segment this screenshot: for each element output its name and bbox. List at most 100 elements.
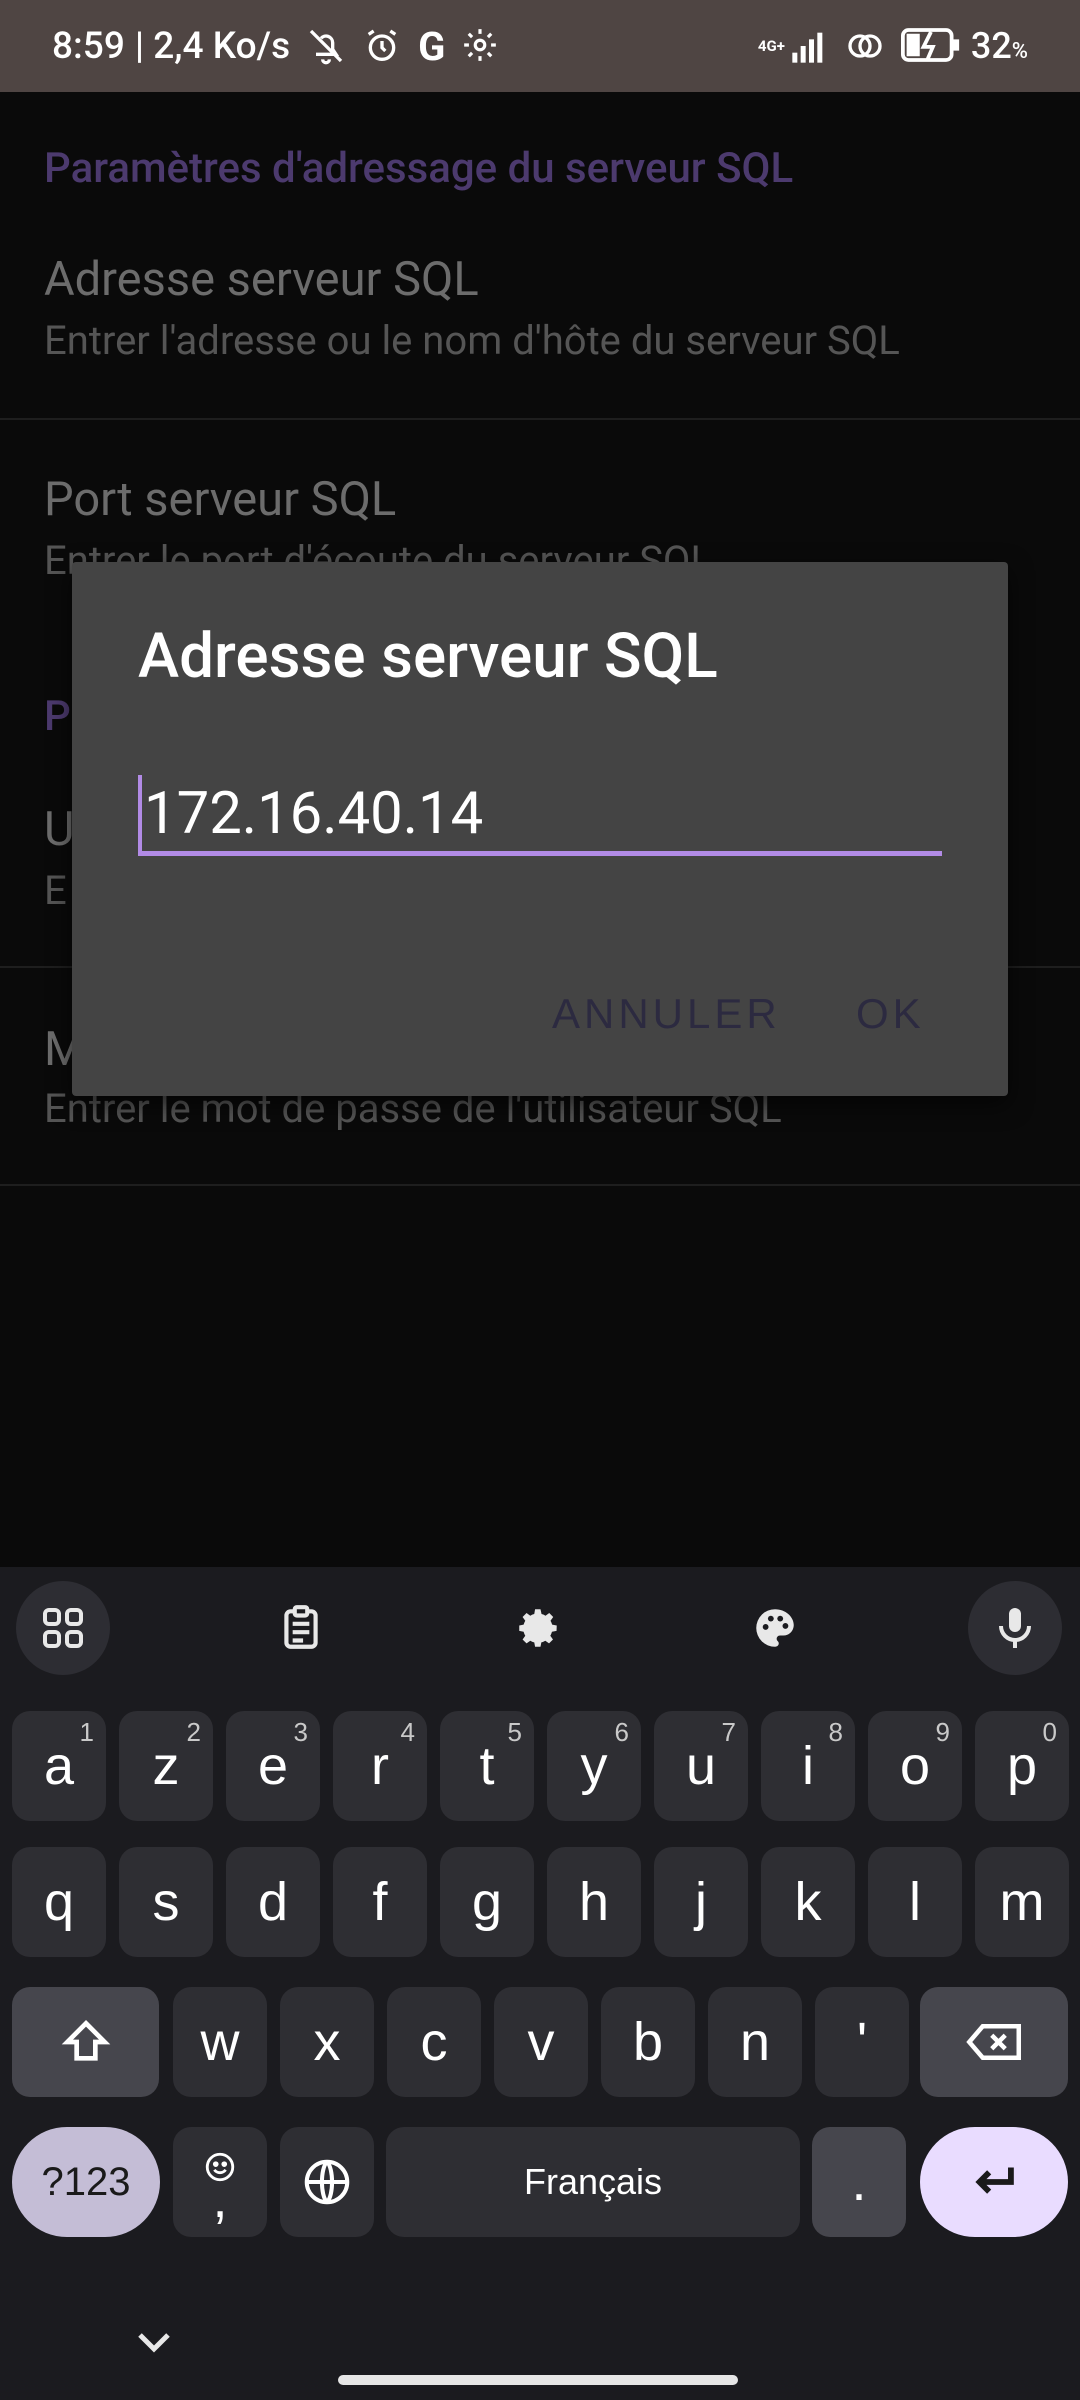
bell-off-icon [306, 26, 346, 66]
key-w[interactable]: w [173, 1987, 267, 2097]
signal-icon [789, 26, 829, 66]
key-a[interactable]: a1 [12, 1711, 106, 1821]
apps-grid-icon[interactable] [16, 1581, 110, 1675]
pref-sql-server-port-title[interactable]: Port serveur SQL [44, 472, 396, 527]
shift-key[interactable] [12, 1987, 159, 2097]
status-network-speed: | 2,4 Ko/s [134, 24, 291, 68]
key-y[interactable]: y6 [547, 1711, 641, 1821]
key-label: p [1006, 1736, 1038, 1796]
key-hint: 9 [935, 1717, 950, 1747]
text-cursor [138, 774, 142, 853]
key-d[interactable]: d [226, 1847, 320, 1957]
backspace-key[interactable] [920, 1987, 1068, 2097]
settings-icon [461, 26, 501, 66]
category-title-sql-addressing: Paramètres d'adressage du serveur SQL [44, 144, 794, 193]
key-hint: 1 [79, 1717, 94, 1747]
key-label: l [909, 1872, 921, 1932]
key-label: o [899, 1736, 931, 1796]
key-p[interactable]: p0 [975, 1711, 1069, 1821]
key-label: ?123 [41, 2159, 131, 2204]
globe-icon [304, 2159, 350, 2205]
clipboard-icon[interactable] [254, 1581, 348, 1675]
language-key[interactable] [280, 2127, 374, 2237]
home-indicator[interactable] [338, 2375, 738, 2385]
key-hint: 3 [293, 1717, 308, 1747]
key-r[interactable]: r4 [333, 1711, 427, 1821]
key-label: t [479, 1736, 495, 1796]
key-label: ' [856, 2012, 868, 2072]
key-e[interactable]: e3 [226, 1711, 320, 1821]
key-l[interactable]: l [868, 1847, 962, 1957]
key-u[interactable]: u7 [654, 1711, 748, 1821]
key-n[interactable]: n [708, 1987, 802, 2097]
category-title-partial: P [44, 692, 71, 741]
key-k[interactable]: k [761, 1847, 855, 1957]
key-label: i [802, 1736, 814, 1796]
settings-icon[interactable] [491, 1581, 585, 1675]
key-hint: 6 [614, 1717, 629, 1747]
key-b[interactable]: b [601, 1987, 695, 2097]
dialog-title: Adresse serveur SQL [138, 620, 718, 693]
edit-text-dialog: Adresse serveur SQL 172.16.40.14 ANNULER… [72, 562, 1008, 1096]
key-z[interactable]: z2 [119, 1711, 213, 1821]
key-o[interactable]: o9 [868, 1711, 962, 1821]
soft-keyboard: a 1 z 2 e 3 r 4 t 5 y 6 u 7 i 8 o 9 p 0 q s d f g h j k l m w x c v b n ' ?12… [0, 1567, 1080, 2400]
key-label: d [257, 1872, 289, 1932]
key-hint: 8 [828, 1717, 843, 1747]
key-g[interactable]: g [440, 1847, 534, 1957]
key-hint: 2 [186, 1717, 201, 1747]
key-f[interactable]: f [333, 1847, 427, 1957]
key-j[interactable]: j [654, 1847, 748, 1957]
key-label: q [43, 1872, 75, 1932]
key-apostrophe[interactable]: ' [815, 1987, 909, 2097]
shift-icon [61, 2020, 110, 2061]
key-label: w [200, 2012, 240, 2072]
sql-server-address-input[interactable]: 172.16.40.14 [138, 774, 942, 856]
key-label: k [794, 1872, 822, 1932]
key-label: z [152, 1736, 180, 1796]
space-bar[interactable]: Français [386, 2127, 800, 2237]
key-label: , [212, 2169, 228, 2229]
key-label: a [43, 1736, 75, 1796]
alarm-icon [362, 26, 402, 66]
emoji-comma-key[interactable]: , [173, 2127, 267, 2237]
symbols-key[interactable]: ?123 [12, 2127, 160, 2237]
key-label: . [851, 2152, 867, 2212]
key-s[interactable]: s [119, 1847, 213, 1957]
key-label: h [578, 1872, 610, 1932]
backspace-icon [966, 2024, 1021, 2060]
key-x[interactable]: x [280, 1987, 374, 2097]
palette-icon[interactable] [728, 1581, 822, 1675]
key-label: y [580, 1736, 608, 1796]
key-label: j [695, 1872, 707, 1932]
key-hint: 5 [507, 1717, 522, 1747]
pref-sql-user-title[interactable]: U [44, 802, 74, 857]
key-period[interactable]: . [812, 2127, 906, 2237]
key-hint: 7 [721, 1717, 736, 1747]
battery-charging-icon [900, 26, 961, 66]
key-label: m [999, 1872, 1045, 1932]
ok-button[interactable]: OK [856, 990, 925, 1038]
key-hint: 0 [1042, 1717, 1057, 1747]
key-i[interactable]: i8 [761, 1711, 855, 1821]
key-t[interactable]: t5 [440, 1711, 534, 1821]
key-label: x [313, 2012, 341, 2072]
key-label: s [152, 1872, 180, 1932]
network-type: 4G+ [757, 37, 785, 55]
key-h[interactable]: h [547, 1847, 641, 1957]
pref-sql-server-address-title[interactable]: Adresse serveur SQL [44, 252, 479, 307]
pref-sql-user-summary: E [44, 867, 67, 914]
chevron-down-icon[interactable] [130, 2317, 178, 2369]
key-label: g [471, 1872, 503, 1932]
cancel-button[interactable]: ANNULER [552, 990, 781, 1038]
key-label: r [371, 1736, 389, 1796]
key-c[interactable]: c [387, 1987, 481, 2097]
key-m[interactable]: m [975, 1847, 1069, 1957]
enter-key[interactable] [920, 2127, 1068, 2237]
microphone-icon[interactable] [968, 1581, 1062, 1675]
key-q[interactable]: q [12, 1847, 106, 1957]
key-label: v [527, 2012, 555, 2072]
status-time: 8:59 [52, 24, 125, 68]
key-v[interactable]: v [494, 1987, 588, 2097]
pref-sql-server-address-summary: Entrer l'adresse ou le nom d'hôte du ser… [44, 317, 900, 364]
